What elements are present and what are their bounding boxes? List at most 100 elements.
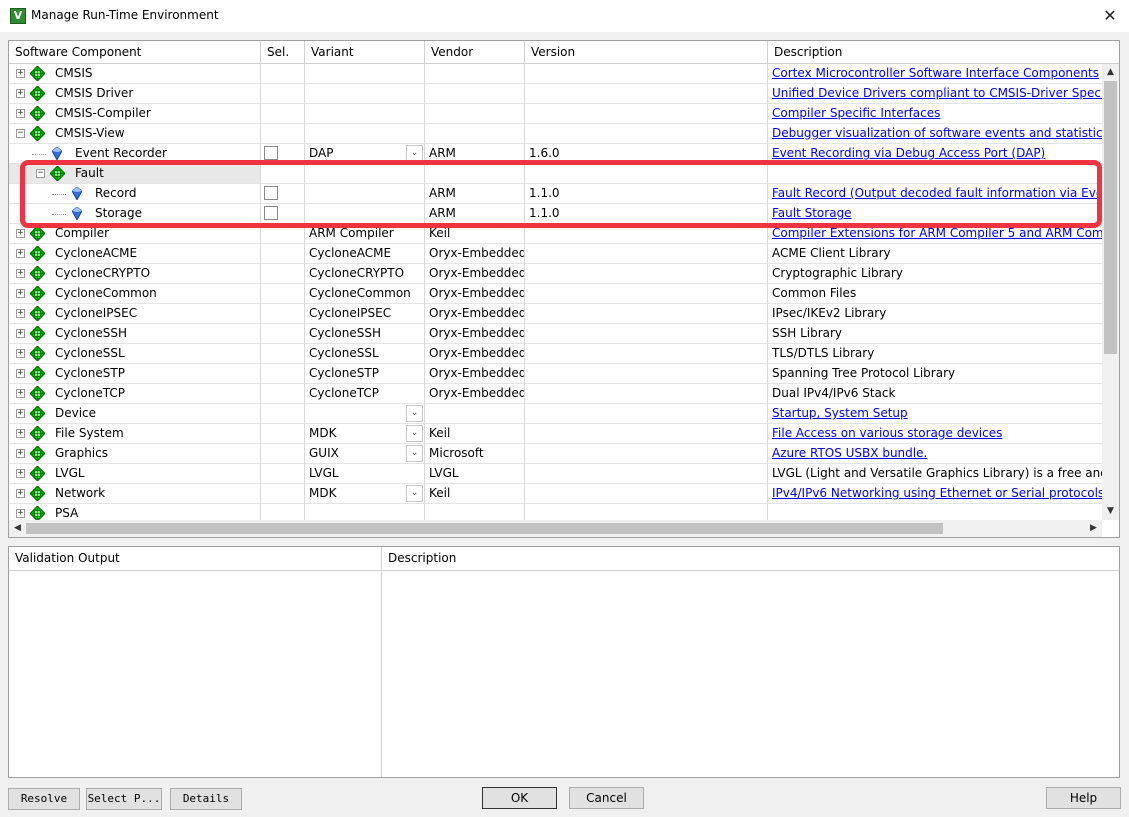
- component-cell[interactable]: + CycloneSSL: [9, 344, 261, 364]
- expand-icon[interactable]: +: [16, 229, 25, 238]
- description-link[interactable]: Compiler Specific Interfaces: [772, 106, 940, 120]
- collapse-icon[interactable]: −: [16, 129, 25, 138]
- table-row[interactable]: + Network MDK ⌄ Keil IPv4/IPv6 Networking usi…: [9, 484, 1102, 504]
- table-row[interactable]: + LVGL LVGL LVGL LVGL (Light and Versatile G…: [9, 464, 1102, 484]
- description-link[interactable]: Fault Storage: [772, 206, 852, 220]
- component-cell[interactable]: + CycloneTCP: [9, 384, 261, 404]
- column-header-version[interactable]: Version: [525, 41, 768, 64]
- description-link[interactable]: Fault Record (Output decoded fault infor…: [772, 186, 1102, 200]
- description-link[interactable]: Event Recording via Debug Access Port (D…: [772, 146, 1045, 160]
- table-row[interactable]: Record ARM 1.1.0 Fault Record (Output decod…: [9, 184, 1102, 204]
- vertical-scrollbar[interactable]: ▲ ▼: [1102, 64, 1119, 520]
- table-row[interactable]: Storage ARM 1.1.0 Fault Storage: [9, 204, 1102, 224]
- expand-icon[interactable]: +: [16, 329, 25, 338]
- expand-icon[interactable]: +: [16, 389, 25, 398]
- expand-icon[interactable]: +: [16, 109, 25, 118]
- select-checkbox[interactable]: [264, 146, 278, 160]
- column-header-sel[interactable]: Sel.: [261, 41, 305, 64]
- table-row[interactable]: + Compiler ARM Compiler Keil Compiler Extens…: [9, 224, 1102, 244]
- component-cell[interactable]: + Device: [9, 404, 261, 424]
- expand-icon[interactable]: +: [16, 369, 25, 378]
- chevron-down-icon[interactable]: ⌄: [406, 445, 423, 462]
- collapse-icon[interactable]: −: [36, 169, 45, 178]
- table-row[interactable]: + File System MDK ⌄ Keil File Access on vario…: [9, 424, 1102, 444]
- variant-cell[interactable]: MDK ⌄: [305, 424, 425, 444]
- variant-cell[interactable]: MDK ⌄: [305, 484, 425, 504]
- table-row[interactable]: Event Recorder DAP ⌄ ARM 1.6.0 Event Recordin…: [9, 144, 1102, 164]
- table-row[interactable]: + CMSIS Cortex Microcontroller Software In…: [9, 64, 1102, 84]
- component-cell[interactable]: + Compiler: [9, 224, 261, 244]
- variant-cell[interactable]: DAP ⌄: [305, 144, 425, 164]
- component-cell[interactable]: + PSA: [9, 504, 261, 520]
- description-link[interactable]: IPv4/IPv6 Networking using Ethernet or S…: [772, 486, 1102, 500]
- description-link[interactable]: Azure RTOS USBX bundle.: [772, 446, 927, 460]
- table-row[interactable]: − CMSIS-View Debugger visualization of sof…: [9, 124, 1102, 144]
- scroll-up-icon[interactable]: ▲: [1102, 64, 1119, 81]
- table-row[interactable]: + CycloneCRYPTO CycloneCRYPTO Oryx-Embedded…: [9, 264, 1102, 284]
- column-header-component[interactable]: Software Component: [9, 41, 261, 64]
- vertical-scroll-thumb[interactable]: [1104, 81, 1117, 354]
- description-link[interactable]: File Access on various storage devices: [772, 426, 1002, 440]
- table-row[interactable]: + CycloneSTP CycloneSTP Oryx-Embedded Spanni…: [9, 364, 1102, 384]
- component-cell[interactable]: + CycloneSSH: [9, 324, 261, 344]
- table-row[interactable]: + CycloneCommon CycloneCommon Oryx-Embedded…: [9, 284, 1102, 304]
- table-row[interactable]: + PSA: [9, 504, 1102, 520]
- component-cell[interactable]: + CycloneIPSEC: [9, 304, 261, 324]
- component-cell[interactable]: + CycloneSTP: [9, 364, 261, 384]
- horizontal-scrollbar[interactable]: ◀ ▶: [9, 520, 1102, 537]
- component-cell[interactable]: + Graphics: [9, 444, 261, 464]
- horizontal-scroll-thumb[interactable]: [26, 523, 943, 534]
- column-header-vendor[interactable]: Vendor: [425, 41, 525, 64]
- expand-icon[interactable]: +: [16, 249, 25, 258]
- column-header-variant[interactable]: Variant: [305, 41, 425, 64]
- variant-cell[interactable]: GUIX ⌄: [305, 444, 425, 464]
- select-packs-button[interactable]: Select P...: [86, 788, 162, 810]
- validation-output-header[interactable]: Validation Output: [9, 547, 381, 571]
- component-cell[interactable]: Storage: [9, 204, 261, 224]
- expand-icon[interactable]: +: [16, 509, 25, 518]
- expand-icon[interactable]: +: [16, 469, 25, 478]
- chevron-down-icon[interactable]: ⌄: [406, 405, 423, 422]
- scroll-down-icon[interactable]: ▼: [1102, 503, 1119, 520]
- table-row[interactable]: + Graphics GUIX ⌄ Microsoft Azure RTOS USBX b…: [9, 444, 1102, 464]
- table-row[interactable]: + CMSIS Driver Unified Device Drivers comp…: [9, 84, 1102, 104]
- details-button[interactable]: Details: [170, 788, 242, 810]
- select-checkbox[interactable]: [264, 186, 278, 200]
- chevron-down-icon[interactable]: ⌄: [406, 425, 423, 442]
- component-cell[interactable]: − Fault: [9, 164, 261, 184]
- expand-icon[interactable]: +: [16, 429, 25, 438]
- expand-icon[interactable]: +: [16, 449, 25, 458]
- cancel-button[interactable]: Cancel: [569, 787, 644, 809]
- select-checkbox[interactable]: [264, 206, 278, 220]
- table-row[interactable]: + CycloneIPSEC CycloneIPSEC Oryx-Embedded IP…: [9, 304, 1102, 324]
- component-cell[interactable]: + CMSIS-Compiler: [9, 104, 261, 124]
- component-cell[interactable]: + CycloneACME: [9, 244, 261, 264]
- chevron-down-icon[interactable]: ⌄: [406, 485, 423, 502]
- expand-icon[interactable]: +: [16, 89, 25, 98]
- component-cell[interactable]: + CMSIS: [9, 64, 261, 84]
- validation-description-header[interactable]: Description: [382, 547, 1119, 571]
- description-link[interactable]: Unified Device Drivers compliant to CMSI…: [772, 86, 1102, 100]
- expand-icon[interactable]: +: [16, 69, 25, 78]
- table-row[interactable]: − Fault: [9, 164, 1102, 184]
- table-row[interactable]: + CMSIS-Compiler Compiler Specific Interfa…: [9, 104, 1102, 124]
- expand-icon[interactable]: +: [16, 349, 25, 358]
- description-link[interactable]: Cortex Microcontroller Software Interfac…: [772, 66, 1099, 80]
- table-row[interactable]: + Device ⌄ Startup, System Setup: [9, 404, 1102, 424]
- description-link[interactable]: Compiler Extensions for ARM Compiler 5 a…: [772, 226, 1102, 240]
- expand-icon[interactable]: +: [16, 269, 25, 278]
- component-cell[interactable]: + Network: [9, 484, 261, 504]
- resolve-button[interactable]: Resolve: [8, 788, 80, 810]
- component-cell[interactable]: Event Recorder: [9, 144, 261, 164]
- expand-icon[interactable]: +: [16, 409, 25, 418]
- scroll-right-icon[interactable]: ▶: [1085, 520, 1102, 537]
- expand-icon[interactable]: +: [16, 309, 25, 318]
- expand-icon[interactable]: +: [16, 289, 25, 298]
- chevron-down-icon[interactable]: ⌄: [406, 145, 423, 162]
- table-row[interactable]: + CycloneACME CycloneACME Oryx-Embedded ACME…: [9, 244, 1102, 264]
- table-row[interactable]: + CycloneTCP CycloneTCP Oryx-Embedded Dual I…: [9, 384, 1102, 404]
- component-cell[interactable]: + CycloneCRYPTO: [9, 264, 261, 284]
- column-header-description[interactable]: Description: [768, 41, 1119, 64]
- component-cell[interactable]: + CMSIS Driver: [9, 84, 261, 104]
- description-link[interactable]: Startup, System Setup: [772, 406, 908, 420]
